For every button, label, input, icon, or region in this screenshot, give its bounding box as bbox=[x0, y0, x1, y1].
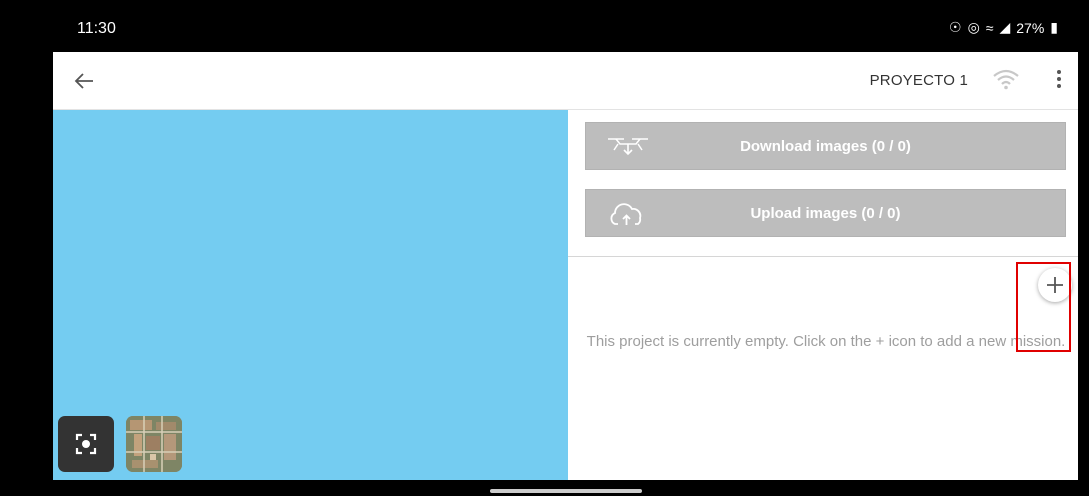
download-images-button[interactable]: Download images (0 / 0) bbox=[585, 122, 1066, 170]
vibrate-icon: ◎ bbox=[967, 19, 980, 35]
project-title: PROYECTO 1 bbox=[869, 72, 968, 89]
battery-percent: 27% bbox=[1016, 19, 1045, 36]
download-images-label: Download images (0 / 0) bbox=[740, 138, 911, 155]
back-arrow-icon[interactable] bbox=[69, 66, 99, 96]
satellite-layer-thumbnail[interactable] bbox=[126, 416, 182, 472]
project-panel: Download images (0 / 0) Upload images (0… bbox=[568, 110, 1078, 480]
battery-icon: ▮ bbox=[1050, 19, 1058, 35]
upload-images-label: Upload images (0 / 0) bbox=[750, 205, 901, 222]
empty-project-message: This project is currently empty. Click o… bbox=[586, 333, 1066, 350]
highlight-box bbox=[1016, 262, 1071, 352]
status-icons: ☉ ◎ ≈ ◢ 27% ▮ bbox=[949, 19, 1058, 36]
panel-divider bbox=[568, 256, 1078, 257]
app-bar: PROYECTO 1 bbox=[53, 52, 1078, 110]
device-screen: 11:30 ☉ ◎ ≈ ◢ 27% ▮ PROYECTO 1 Download … bbox=[53, 0, 1078, 496]
map-view[interactable] bbox=[53, 110, 568, 480]
wifi-status-icon: ≈ bbox=[985, 19, 994, 36]
signal-icon: ◢ bbox=[999, 19, 1011, 35]
gesture-nav-bar[interactable] bbox=[490, 489, 642, 493]
more-vert-icon[interactable] bbox=[1054, 68, 1064, 92]
focus-location-icon bbox=[75, 433, 97, 455]
status-time: 11:30 bbox=[77, 20, 116, 37]
status-bar: 11:30 ☉ ◎ ≈ ◢ 27% ▮ bbox=[53, 0, 1078, 52]
center-location-button[interactable] bbox=[58, 416, 114, 472]
location-icon: ☉ bbox=[949, 19, 962, 35]
wifi-icon[interactable] bbox=[992, 68, 1020, 90]
satellite-map-image bbox=[126, 416, 182, 472]
upload-images-button[interactable]: Upload images (0 / 0) bbox=[585, 189, 1066, 237]
